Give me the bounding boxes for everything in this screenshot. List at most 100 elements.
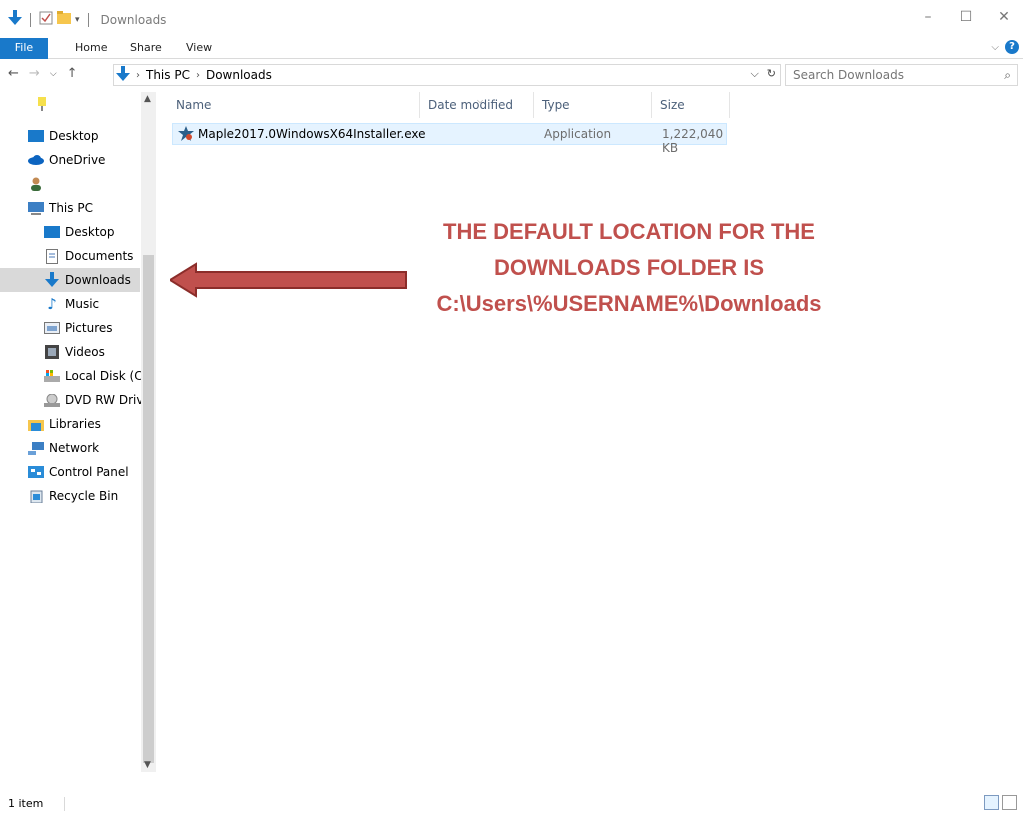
tab-share[interactable]: Share	[130, 38, 162, 59]
picture-icon	[44, 320, 60, 336]
nav-item-pinned[interactable]	[0, 92, 140, 116]
address-actions: ⌵ ↻	[750, 67, 776, 81]
library-icon	[28, 416, 44, 432]
maple-app-icon	[178, 126, 194, 145]
recent-locations-icon[interactable]: ⌵	[50, 69, 57, 79]
nav-item-videos[interactable]: Videos	[0, 340, 140, 364]
annotation-line: C:\Users\%USERNAME%\Downloads	[436, 291, 822, 316]
nav-item-label: This PC	[49, 201, 93, 215]
maximize-button[interactable]: ☐	[947, 0, 985, 34]
annotation-line: THE DEFAULT LOCATION FOR THE	[443, 219, 815, 244]
nav-item-pictures[interactable]: Pictures	[0, 316, 140, 340]
new-folder-icon[interactable]	[57, 11, 71, 28]
details-view-icon[interactable]	[984, 795, 999, 810]
divider	[87, 12, 89, 27]
address-history-icon[interactable]: ⌵	[750, 67, 758, 81]
nav-item-libraries[interactable]: Libraries	[0, 412, 140, 436]
nav-item-label: Videos	[65, 345, 105, 359]
nav-item-label: Recycle Bin	[49, 489, 119, 503]
scroll-down-icon[interactable]: ▼	[144, 760, 151, 770]
control-panel-icon	[28, 464, 44, 480]
nav-item-label: Desktop	[49, 129, 99, 143]
nav-item-documents[interactable]: Documents	[0, 244, 140, 268]
annotation-text: THE DEFAULT LOCATION FOR THE DOWNLOADS F…	[395, 214, 863, 322]
close-button[interactable]: ✕	[985, 0, 1023, 34]
large-icons-view-icon[interactable]	[1002, 795, 1017, 810]
nav-item-label: Libraries	[49, 417, 101, 431]
expand-ribbon-icon[interactable]: ⌵	[991, 42, 999, 53]
breadcrumb-separator[interactable]: ›	[196, 70, 200, 81]
scroll-up-icon[interactable]: ▲	[144, 94, 151, 104]
customize-qat-icon[interactable]: ▾	[75, 15, 80, 25]
sort-indicator-icon: ⌵	[477, 96, 484, 105]
up-icon[interactable]: ↑	[67, 66, 78, 81]
download-icon[interactable]	[8, 10, 22, 29]
search-icon[interactable]: ⌕	[1004, 68, 1011, 83]
column-header-size[interactable]: Size	[654, 92, 730, 118]
download-icon	[116, 65, 130, 85]
nav-item-label: Control Panel	[49, 465, 129, 479]
divider	[64, 797, 65, 811]
scroll-thumb[interactable]	[143, 255, 154, 763]
nav-item-label: OneDrive	[49, 153, 106, 167]
column-header-type[interactable]: Type	[536, 92, 652, 118]
nav-item-this-pc[interactable]: This PC	[0, 196, 140, 220]
nav-item-downloads[interactable]: Downloads	[0, 268, 140, 292]
nav-item-user[interactable]	[0, 172, 140, 196]
document-icon	[44, 248, 60, 264]
nav-item-dvd-drive[interactable]: DVD RW Drive	[0, 388, 151, 412]
breadcrumb-separator[interactable]: ›	[136, 70, 140, 81]
help-icon[interactable]: ?	[1005, 40, 1019, 54]
forward-icon[interactable]: →	[29, 66, 40, 81]
minimize-button[interactable]: –	[909, 0, 947, 34]
nav-item-label: DVD RW Drive	[65, 393, 151, 407]
dvd-icon	[44, 392, 60, 408]
back-icon[interactable]: ←	[8, 66, 19, 81]
annotation-line: DOWNLOADS FOLDER IS	[493, 255, 765, 280]
navigation-buttons: ← → ⌵ ↑	[8, 66, 78, 81]
nav-item-control-panel[interactable]: Control Panel	[0, 460, 140, 484]
ribbon-tabs: File Home Share View ⌵ ?	[0, 38, 1023, 59]
nav-item-onedrive[interactable]: OneDrive	[0, 148, 140, 172]
computer-icon	[28, 200, 44, 216]
nav-pane-scrollbar[interactable]: ▲ ▼	[141, 92, 156, 772]
nav-item-network[interactable]: Network	[0, 436, 140, 460]
arrow-icon	[170, 262, 407, 298]
tab-home[interactable]: Home	[75, 38, 107, 59]
nav-item-desktop-pc[interactable]: Desktop	[0, 220, 140, 244]
pin-icon	[34, 96, 50, 112]
file-name: Maple2017.0WindowsX64Installer.exe	[198, 127, 426, 141]
nav-item-label: Music	[65, 297, 100, 311]
column-header-label: Date modified	[428, 98, 514, 112]
window-controls: – ☐ ✕	[909, 0, 1023, 34]
nav-item-label: Local Disk (C:)	[65, 369, 152, 383]
nav-item-label: Desktop	[65, 225, 115, 239]
nav-item-label: Network	[49, 441, 100, 455]
search-input[interactable]	[793, 68, 983, 82]
breadcrumb-this-pc[interactable]: This PC	[146, 68, 190, 82]
title-bar: ▾ Downloads – ☐ ✕	[0, 0, 1023, 38]
column-header-name[interactable]: Name	[170, 92, 420, 118]
tab-file[interactable]: File	[0, 38, 48, 59]
refresh-icon[interactable]: ↻	[767, 67, 776, 81]
music-icon: ♪	[47, 295, 57, 313]
address-row: ← → ⌵ ↑ › This PC › Downloads ⌵ ↻ ⌕	[0, 62, 1023, 88]
address-bar[interactable]: › This PC › Downloads ⌵ ↻	[113, 64, 781, 86]
nav-item-recycle-bin[interactable]: Recycle Bin	[0, 484, 140, 508]
nav-item-local-disk[interactable]: Local Disk (C:)	[0, 364, 151, 388]
breadcrumb-downloads[interactable]: Downloads	[206, 68, 272, 82]
properties-icon[interactable]	[39, 11, 53, 28]
quick-access-toolbar: ▾ Downloads	[8, 10, 166, 29]
table-row[interactable]: Maple2017.0WindowsX64Installer.exe Appli…	[172, 123, 727, 155]
navigation-pane: Desktop OneDrive This PC Desktop Documen…	[0, 92, 156, 772]
divider	[30, 12, 31, 27]
search-box: ⌕	[785, 64, 1018, 86]
tab-view[interactable]: View	[186, 38, 212, 59]
video-icon	[44, 344, 60, 360]
nav-item-label: Downloads	[65, 273, 131, 287]
nav-item-label: Pictures	[65, 321, 113, 335]
nav-item-desktop[interactable]: Desktop	[0, 124, 140, 148]
user-icon	[28, 176, 44, 192]
column-header-date-modified[interactable]: ⌵ Date modified	[422, 92, 534, 118]
nav-item-music[interactable]: ♪ Music	[0, 292, 140, 316]
